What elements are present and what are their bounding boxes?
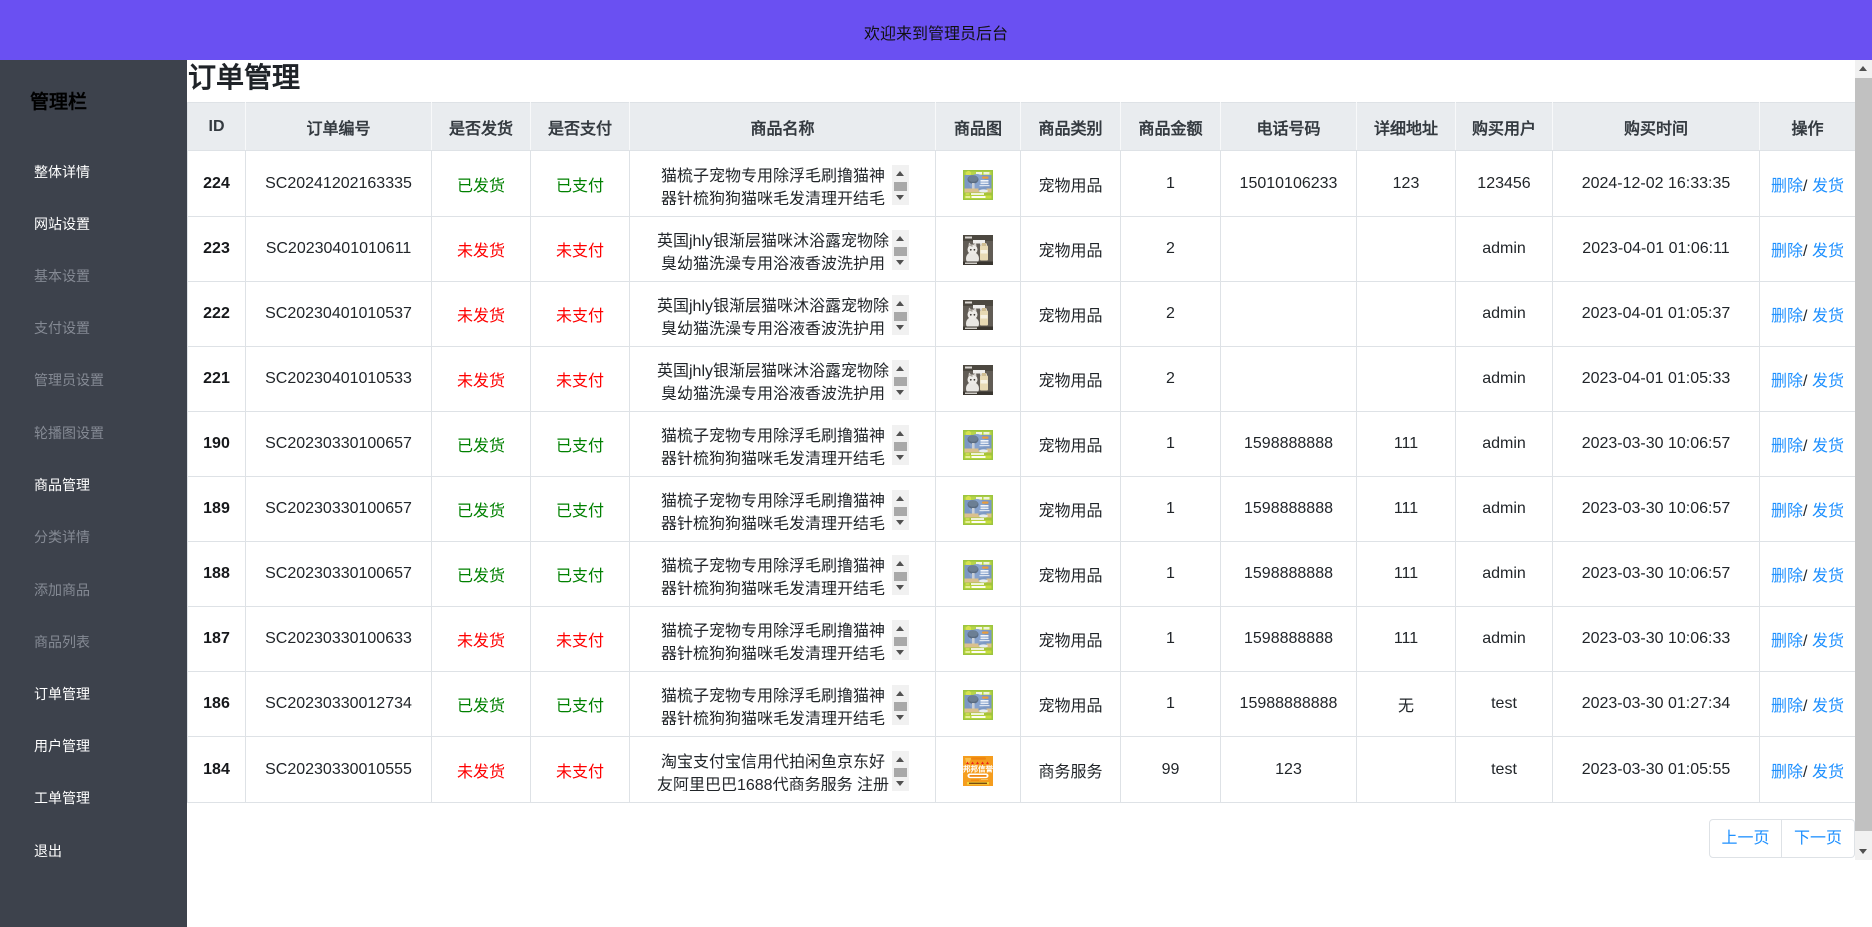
svg-text:邦邦信誉: 邦邦信誉 — [963, 763, 993, 773]
